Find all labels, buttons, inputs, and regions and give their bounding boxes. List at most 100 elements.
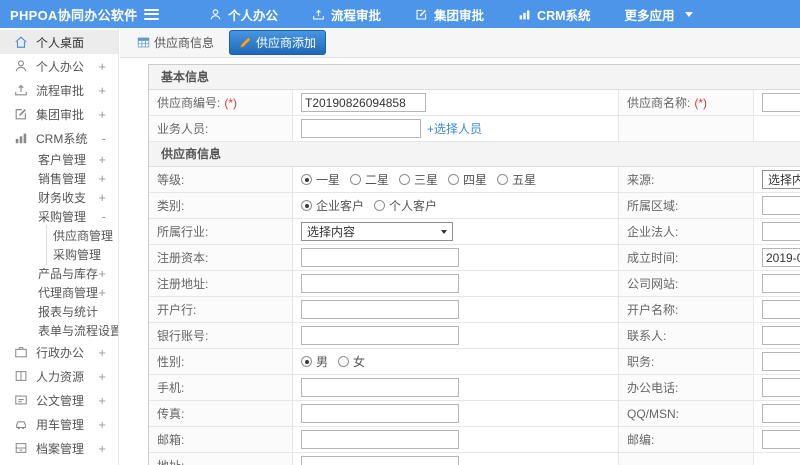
sidebar-item-admin-office[interactable]: 行政办公 + xyxy=(0,340,118,364)
expand-toggle[interactable]: + xyxy=(98,172,106,185)
expand-toggle[interactable]: + xyxy=(98,370,106,383)
radio-icon[interactable] xyxy=(338,356,350,367)
account-name-input[interactable] xyxy=(762,300,800,319)
expand-toggle[interactable]: + xyxy=(98,418,106,431)
legal-person-input[interactable] xyxy=(762,222,800,241)
sidebar-item-group-approval[interactable]: 集团审批 + xyxy=(0,102,118,126)
category-option-1[interactable]: 个人客户 xyxy=(374,197,437,214)
level-option-0[interactable]: 一星 xyxy=(301,171,340,188)
expand-toggle[interactable]: + xyxy=(98,267,106,280)
position-input[interactable] xyxy=(762,352,800,371)
fax-input[interactable] xyxy=(301,404,459,423)
sidebar-item-vehicle-mgmt[interactable]: 用车管理 + xyxy=(0,412,118,436)
sidebar-item-crm-system[interactable]: CRM系统 - xyxy=(0,126,118,150)
company-website-input[interactable] xyxy=(762,274,800,293)
gender-option-0[interactable]: 男 xyxy=(301,353,328,370)
contact-person-input[interactable] xyxy=(762,326,800,345)
radio-icon[interactable] xyxy=(301,174,312,185)
source-select[interactable]: 选择内容 xyxy=(762,170,800,189)
form-row: 开户行: 开户名称: xyxy=(149,297,800,323)
bank-input[interactable] xyxy=(301,300,459,319)
radio-icon[interactable] xyxy=(350,174,362,185)
topnav-personal-office[interactable]: 个人办公 xyxy=(209,5,278,24)
radio-icon[interactable] xyxy=(301,356,312,367)
menu-toggle-icon[interactable] xyxy=(144,8,159,20)
topnav-crm-system[interactable]: CRM系统 xyxy=(518,5,591,24)
expand-toggle[interactable]: + xyxy=(98,108,106,121)
established-date-input[interactable] xyxy=(762,248,800,267)
zip-code-input[interactable] xyxy=(762,430,800,449)
field-label-zip-code: 邮编: xyxy=(627,433,655,447)
level-option-1[interactable]: 二星 xyxy=(350,171,389,188)
sidebar-item-personal-desktop[interactable]: 个人桌面 xyxy=(0,30,118,54)
sidebar-item-purchase-mgmt[interactable]: 采购管理 - xyxy=(0,207,118,226)
form-row: 注册地址: 公司网站: xyxy=(149,271,800,297)
radio-icon[interactable] xyxy=(374,200,386,211)
radio-label: 三星 xyxy=(414,173,439,187)
sidebar-item-document-mgmt[interactable]: 公文管理 + xyxy=(0,388,118,412)
sidebar-item-personal-office[interactable]: 个人办公 + xyxy=(0,54,118,78)
radio-label: 女 xyxy=(353,355,366,369)
email-input[interactable] xyxy=(301,430,459,449)
expand-toggle[interactable]: + xyxy=(98,394,106,407)
field-cell xyxy=(293,323,619,348)
sidebar-item-archive-mgmt[interactable]: 档案管理 + xyxy=(0,436,118,460)
expand-toggle[interactable]: + xyxy=(98,84,106,97)
sidebar-item-product-inventory[interactable]: 产品与库存 + xyxy=(0,264,118,283)
registered-capital-input[interactable] xyxy=(301,248,459,267)
gender-option-1[interactable]: 女 xyxy=(338,353,365,370)
registered-address-input[interactable] xyxy=(301,274,459,293)
topnav-more-apps[interactable]: 更多应用 xyxy=(625,5,693,24)
expand-toggle[interactable]: + xyxy=(98,442,106,455)
region-input[interactable] xyxy=(762,196,800,215)
category-option-0[interactable]: 企业客户 xyxy=(301,197,364,214)
office-phone-input[interactable] xyxy=(762,378,800,397)
field-label-gender: 性别: xyxy=(157,355,185,369)
business-staff-input[interactable] xyxy=(301,119,421,138)
sidebar-item-form-flow-settings[interactable]: 表单与流程设置+ xyxy=(0,321,118,340)
sidebar-item-supplier-mgmt[interactable]: 供应商管理 xyxy=(0,225,118,246)
expand-toggle[interactable]: - xyxy=(102,210,106,223)
expand-toggle[interactable]: - xyxy=(102,132,106,145)
sidebar-item-customer-mgmt[interactable]: 客户管理 + xyxy=(0,150,118,169)
level-option-4[interactable]: 五星 xyxy=(497,171,536,188)
bank-account-input[interactable] xyxy=(301,326,459,345)
industry-select[interactable]: 选择内容 xyxy=(301,222,453,241)
sidebar-item-purchasing-mgmt[interactable]: 采购管理 xyxy=(0,244,118,265)
tab-supplier-add[interactable]: 供应商添加 xyxy=(229,30,327,55)
qq-msn-input[interactable] xyxy=(762,404,800,423)
tab-supplier-info[interactable]: 供应商信息 xyxy=(132,31,219,54)
sidebar-item-agent-mgmt[interactable]: 代理商管理 + xyxy=(0,283,118,302)
upload-icon xyxy=(14,83,28,97)
field-cell xyxy=(293,427,619,452)
sidebar-item-finance-mgmt[interactable]: 财务收支 + xyxy=(0,188,118,207)
expand-toggle[interactable]: + xyxy=(98,346,106,359)
radio-icon[interactable] xyxy=(448,174,460,185)
upload-icon xyxy=(312,8,325,21)
mobile-input[interactable] xyxy=(301,378,459,397)
sidebar-item-human-resources[interactable]: 人力资源 + xyxy=(0,364,118,388)
field-label-qq-msn: QQ/MSN: xyxy=(627,406,680,421)
level-option-2[interactable]: 三星 xyxy=(399,171,438,188)
radio-icon[interactable] xyxy=(399,174,411,185)
sidebar-item-process-approval[interactable]: 流程审批 + xyxy=(0,78,118,102)
supplier-code-input[interactable] xyxy=(301,93,426,112)
chevron-down-icon xyxy=(684,11,693,17)
field-label-cell: 联系人: xyxy=(619,323,754,348)
address-input[interactable] xyxy=(301,456,459,465)
expand-toggle[interactable]: + xyxy=(98,60,106,73)
topnav-group-approval[interactable]: 集团审批 xyxy=(415,5,484,24)
sidebar-item-reports-stats[interactable]: 报表与统计 xyxy=(0,302,118,321)
expand-toggle[interactable]: + xyxy=(98,286,106,299)
select-person-link[interactable]: +选择人员 xyxy=(427,120,482,137)
topbar: PHPOA协同办公软件 个人办公 流程审批 集团审批 CRM系统 更多应用 xyxy=(0,0,800,28)
sidebar-item-sales-mgmt[interactable]: 销售管理 + xyxy=(0,169,118,188)
level-option-3[interactable]: 四星 xyxy=(448,171,487,188)
expand-toggle[interactable]: + xyxy=(98,153,106,166)
expand-toggle[interactable]: + xyxy=(98,191,106,204)
radio-icon[interactable] xyxy=(301,200,312,211)
supplier-name-input[interactable] xyxy=(762,93,800,112)
topnav-process-approval[interactable]: 流程审批 xyxy=(312,5,381,24)
sidebar-item-label: 个人桌面 xyxy=(36,35,85,50)
radio-icon[interactable] xyxy=(497,174,509,185)
